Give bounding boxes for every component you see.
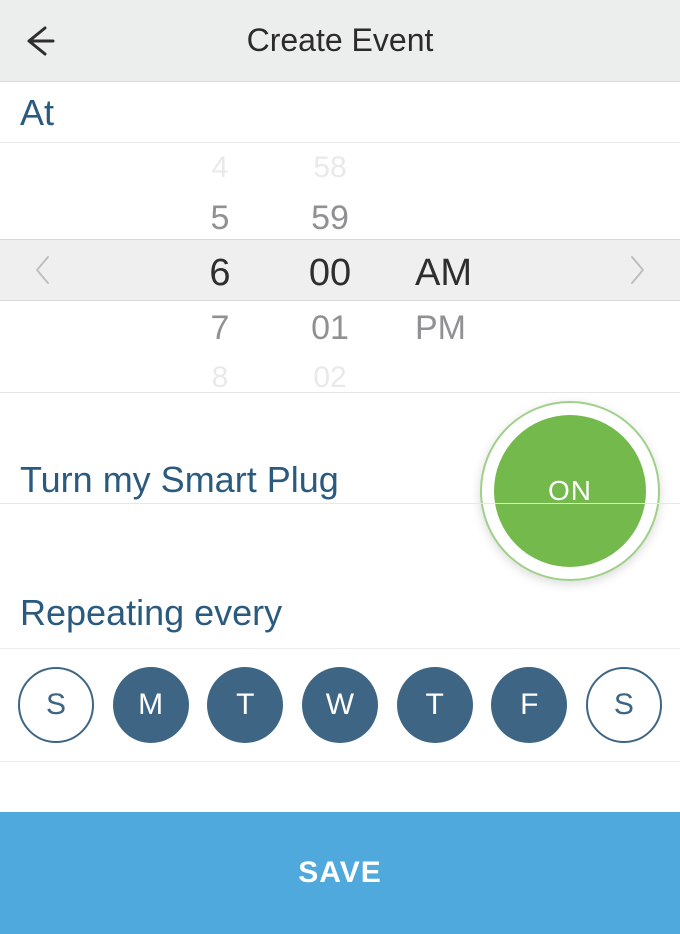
ampm-below: PM: [385, 309, 505, 348]
minute-above: 59: [275, 199, 385, 238]
hour-far-above: 4: [165, 151, 275, 185]
days-row: S M T W T F S: [0, 648, 680, 762]
day-sunday[interactable]: S: [18, 667, 94, 743]
picker-row-below: 7 01 PM: [0, 303, 680, 353]
repeat-section: Repeating every S M T W T F S: [0, 582, 680, 762]
day-tuesday[interactable]: T: [207, 667, 283, 743]
page-title: Create Event: [247, 22, 434, 59]
day-thursday[interactable]: T: [397, 667, 473, 743]
at-heading: At: [0, 82, 680, 142]
create-event-screen: Create Event At 4 58 5 59: [0, 0, 680, 934]
header-bar: Create Event: [0, 0, 680, 82]
save-button-label: SAVE: [298, 856, 381, 890]
day-saturday[interactable]: S: [586, 667, 662, 743]
picker-rows: 4 58 5 59 6 00 AM 7 01 PM 8 02: [0, 143, 680, 403]
hour-below: 7: [165, 309, 275, 348]
smart-plug-section: Turn my Smart Plug ON: [0, 392, 680, 582]
chevron-right-icon: [628, 255, 646, 285]
repeat-heading: Repeating every: [0, 590, 680, 642]
picker-row-selected: 6 00 AM: [0, 243, 680, 303]
back-button[interactable]: [18, 19, 62, 63]
hour-far-below: 8: [165, 361, 275, 395]
back-arrow-icon: [23, 24, 57, 58]
minute-below: 01: [275, 309, 385, 348]
picker-prev-button[interactable]: [28, 255, 58, 285]
save-button[interactable]: SAVE: [0, 812, 680, 934]
ampm-selected[interactable]: AM: [385, 252, 505, 295]
minute-selected[interactable]: 00: [275, 252, 385, 295]
picker-row-far-below: 8 02: [0, 353, 680, 403]
hour-selected[interactable]: 6: [165, 252, 275, 295]
picker-next-button[interactable]: [622, 255, 652, 285]
chevron-left-icon: [34, 255, 52, 285]
picker-row-above: 5 59: [0, 193, 680, 243]
time-picker[interactable]: 4 58 5 59 6 00 AM 7 01 PM 8 02: [0, 142, 680, 392]
day-monday[interactable]: M: [113, 667, 189, 743]
plug-state-toggle[interactable]: ON: [480, 401, 660, 581]
smart-plug-label: Turn my Smart Plug: [20, 459, 339, 501]
minute-far-above: 58: [275, 151, 385, 185]
minute-far-below: 02: [275, 361, 385, 395]
picker-row-far-above: 4 58: [0, 143, 680, 193]
day-friday[interactable]: F: [491, 667, 567, 743]
hour-above: 5: [165, 199, 275, 238]
day-wednesday[interactable]: W: [302, 667, 378, 743]
plug-state-inner: ON: [494, 415, 646, 567]
plug-state-text: ON: [548, 475, 592, 507]
